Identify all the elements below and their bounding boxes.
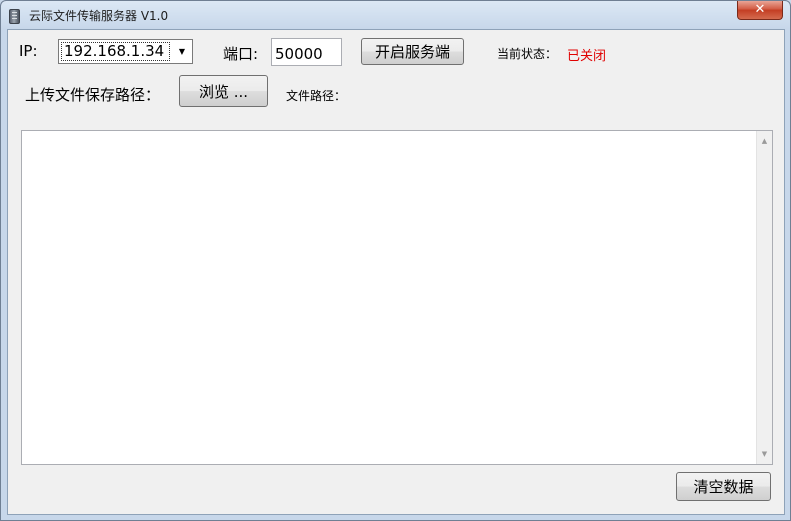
file-path-label: 文件路径：: [286, 89, 347, 103]
close-icon: ✕: [754, 2, 766, 17]
title-bar[interactable]: 云际文件传输服务器 V1.0 ✕: [1, 1, 790, 29]
browse-button[interactable]: 浏览 ...: [179, 75, 268, 107]
ip-select-value: 192.168.1.34: [61, 42, 170, 61]
status-label: 当前状态：: [497, 47, 558, 61]
start-server-button[interactable]: 开启服务端: [361, 38, 464, 65]
port-label: 端口:: [223, 45, 259, 63]
upload-path-label: 上传文件保存路径：: [25, 86, 161, 104]
ip-select[interactable]: 192.168.1.34 ▼: [58, 39, 193, 64]
vertical-scrollbar[interactable]: ▲ ▼: [756, 131, 772, 464]
close-button[interactable]: ✕: [737, 1, 783, 20]
clear-data-button[interactable]: 清空数据: [676, 472, 771, 501]
scroll-down-icon[interactable]: ▼: [757, 446, 772, 462]
log-textarea[interactable]: ▲ ▼: [21, 130, 773, 465]
port-input[interactable]: [271, 38, 342, 66]
scroll-up-icon[interactable]: ▲: [757, 133, 772, 149]
chevron-down-icon[interactable]: ▼: [175, 43, 189, 60]
status-value: 已关闭: [567, 49, 607, 64]
ip-label: IP:: [19, 42, 38, 60]
window-title: 云际文件传输服务器 V1.0: [29, 9, 169, 23]
app-icon: [9, 9, 20, 24]
client-area: IP: 192.168.1.34 ▼ 端口: 开启服务端 当前状态： 已关闭 上…: [7, 29, 785, 515]
app-window: 云际文件传输服务器 V1.0 ✕ IP: 192.168.1.34 ▼ 端口: …: [0, 0, 791, 521]
